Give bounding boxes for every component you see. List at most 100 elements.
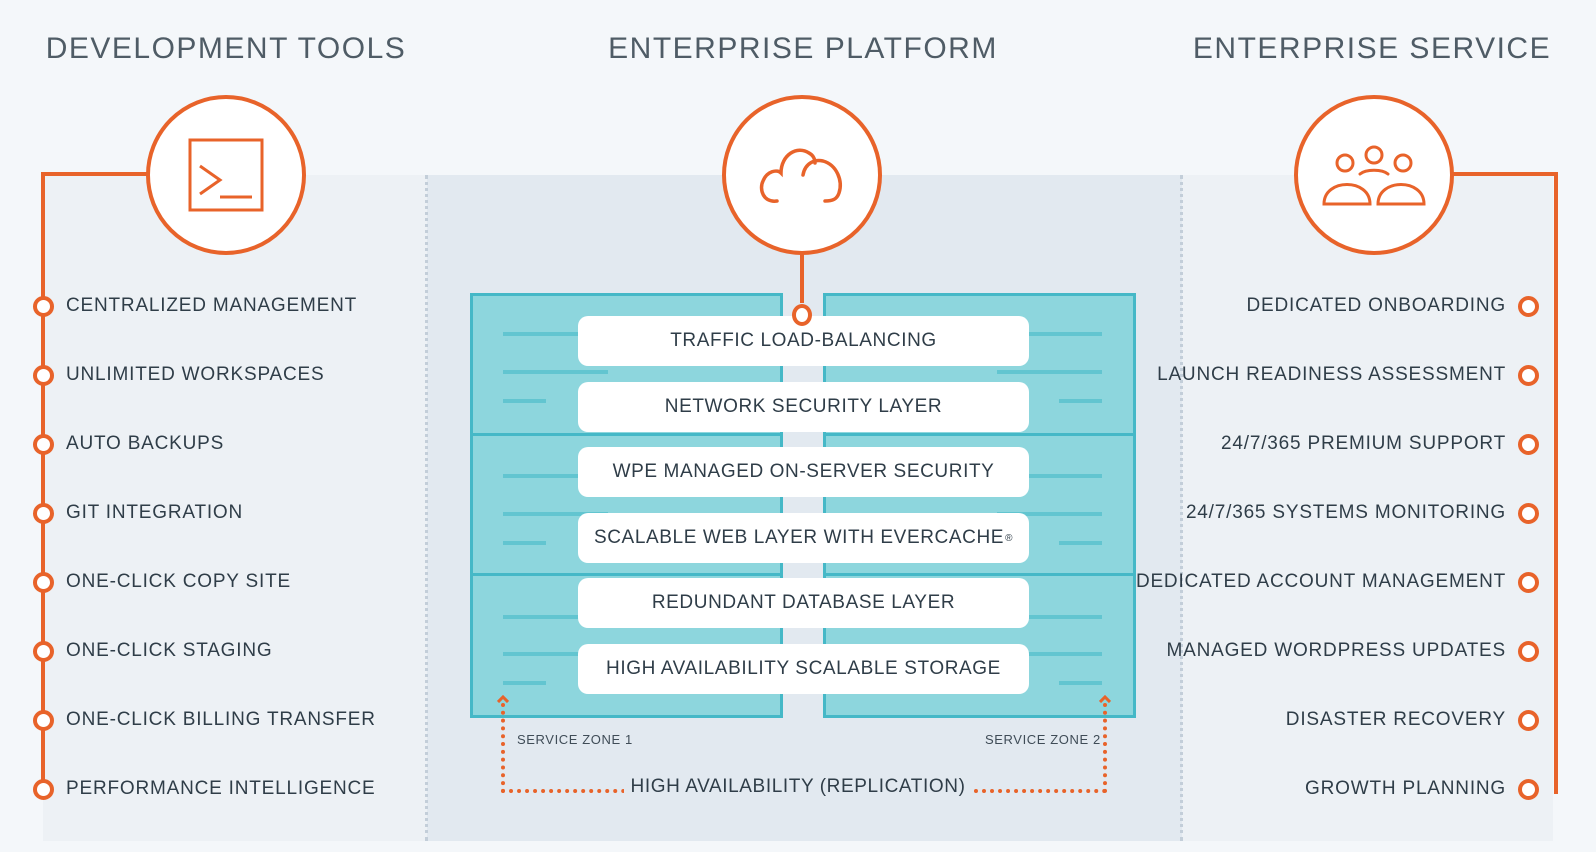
registered-mark: ® — [1005, 532, 1014, 544]
bullet-dot-icon — [33, 433, 54, 455]
bullet-dot-icon — [33, 364, 54, 386]
server-line — [1059, 399, 1102, 403]
feature-label: PERFORMANCE INTELLIGENCE — [66, 778, 376, 799]
server-line — [503, 615, 583, 619]
bullet-dot-icon — [1518, 709, 1539, 731]
layer-label: REDUNDANT DATABASE LAYER — [651, 592, 956, 613]
server-line — [503, 474, 583, 478]
bullet-dot-icon — [33, 709, 54, 731]
feature-label: UNLIMITED WORKSPACES — [66, 364, 325, 385]
server-line — [503, 332, 583, 336]
layer-on-server-security: WPE MANAGED ON-SERVER SECURITY — [578, 447, 1029, 497]
arrow-up-icon — [497, 695, 509, 703]
column-divider-left — [425, 175, 428, 841]
layer-label: HIGH AVAILABILITY SCALABLE STORAGE — [606, 658, 1001, 679]
platform-connector — [800, 253, 804, 303]
feature-label: ONE-CLICK COPY SITE — [66, 571, 291, 592]
feature-item: GROWTH PLANNING — [1305, 774, 1539, 804]
server-line — [1022, 652, 1102, 656]
bullet-dot-icon — [1518, 364, 1539, 386]
enterprise-platform-icon-circle — [722, 95, 882, 255]
server-line — [1022, 332, 1102, 336]
server-line — [1059, 681, 1102, 685]
feature-label: 24/7/365 SYSTEMS MONITORING — [1185, 502, 1506, 523]
bullet-dot-icon — [1518, 433, 1539, 455]
feature-label: DEDICATED ONBOARDING — [1246, 295, 1506, 316]
feature-item: UNLIMITED WORKSPACES — [33, 360, 324, 390]
feature-label: ONE-CLICK BILLING TRANSFER — [66, 709, 376, 730]
feature-item: DEDICATED ACCOUNT MANAGEMENT — [1136, 567, 1539, 597]
feature-label: LAUNCH READINESS ASSESSMENT — [1157, 364, 1506, 385]
layer-scalable-web: SCALABLE WEB LAYER WITH EVERCACHE ® — [578, 513, 1029, 563]
feature-item: CENTRALIZED MANAGEMENT — [33, 291, 357, 321]
dev-connector-vertical — [41, 172, 45, 794]
layer-label: WPE MANAGED ON-SERVER SECURITY — [612, 461, 995, 482]
feature-item: PERFORMANCE INTELLIGENCE — [33, 774, 376, 804]
bullet-dot-icon — [1518, 571, 1539, 593]
feature-item: MANAGED WORDPRESS UPDATES — [1166, 636, 1539, 666]
layer-label: NETWORK SECURITY LAYER — [664, 396, 943, 417]
feature-item: DISASTER RECOVERY — [1286, 705, 1539, 735]
replication-line-right — [1103, 703, 1107, 793]
svc-connector-vertical — [1554, 172, 1558, 794]
service-zone-2-label: SERVICE ZONE 2 — [985, 732, 1101, 747]
feature-item: 24/7/365 PREMIUM SUPPORT — [1221, 429, 1539, 459]
feature-label: DISASTER RECOVERY — [1285, 709, 1506, 730]
feature-item: 24/7/365 SYSTEMS MONITORING — [1186, 498, 1539, 528]
replication-label: HIGH AVAILABILITY (REPLICATION) — [624, 776, 972, 798]
feature-label: GIT INTEGRATION — [66, 502, 244, 523]
dev-connector-horizontal — [41, 172, 148, 176]
bullet-dot-icon — [1518, 295, 1539, 317]
feature-label: DEDICATED ACCOUNT MANAGEMENT — [1135, 571, 1506, 592]
layer-ha-storage: HIGH AVAILABILITY SCALABLE STORAGE — [578, 644, 1029, 694]
feature-item: ONE-CLICK BILLING TRANSFER — [33, 705, 376, 735]
server-line — [1022, 615, 1102, 619]
server-line — [503, 370, 608, 374]
feature-item: AUTO BACKUPS — [33, 429, 224, 459]
bullet-dot-icon — [33, 640, 54, 662]
feature-item: DEDICATED ONBOARDING — [1246, 291, 1539, 321]
bullet-dot-icon — [33, 571, 54, 593]
feature-label: GROWTH PLANNING — [1305, 778, 1506, 799]
users-group-icon — [1322, 145, 1426, 206]
feature-label: MANAGED WORDPRESS UPDATES — [1166, 640, 1506, 661]
arrow-up-icon — [1099, 695, 1111, 703]
feature-label: 24/7/365 PREMIUM SUPPORT — [1221, 433, 1506, 454]
bullet-dot-icon — [33, 778, 54, 800]
service-zone-1-label: SERVICE ZONE 1 — [517, 732, 633, 747]
layer-network-security: NETWORK SECURITY LAYER — [578, 382, 1029, 432]
development-tools-title: DEVELOPMENT TOOLS — [45, 32, 407, 65]
platform-connector-dot-icon — [792, 304, 812, 326]
enterprise-service-title: ENTERPRISE SERVICE — [1192, 32, 1552, 65]
cloud-icon — [759, 148, 842, 203]
feature-item: ONE-CLICK COPY SITE — [33, 567, 291, 597]
terminal-icon — [188, 138, 264, 212]
replication-line-left — [501, 703, 505, 793]
server-line — [503, 652, 583, 656]
enterprise-platform-title: ENTERPRISE PLATFORM — [608, 32, 998, 65]
layer-label: TRAFFIC LOAD-BALANCING — [670, 330, 937, 351]
server-line — [1022, 474, 1102, 478]
svc-connector-horizontal — [1452, 172, 1558, 176]
bullet-dot-icon — [1518, 502, 1539, 524]
bullet-dot-icon — [1518, 640, 1539, 662]
layer-label: SCALABLE WEB LAYER WITH EVERCACHE — [593, 527, 1005, 548]
column-divider-right — [1180, 175, 1183, 841]
feature-label: CENTRALIZED MANAGEMENT — [66, 295, 358, 316]
feature-item: LAUNCH READINESS ASSESSMENT — [1157, 360, 1539, 390]
layer-redundant-database: REDUNDANT DATABASE LAYER — [578, 578, 1029, 628]
server-line — [503, 399, 546, 403]
feature-label: ONE-CLICK STAGING — [66, 640, 273, 661]
server-line — [997, 370, 1102, 374]
feature-item: ONE-CLICK STAGING — [33, 636, 272, 666]
feature-item: GIT INTEGRATION — [33, 498, 243, 528]
enterprise-service-icon-circle — [1294, 95, 1454, 255]
bullet-dot-icon — [33, 502, 54, 524]
feature-label: AUTO BACKUPS — [66, 433, 225, 454]
bullet-dot-icon — [33, 295, 54, 317]
server-line — [503, 681, 546, 685]
development-tools-icon-circle — [146, 95, 306, 255]
server-line — [1059, 541, 1102, 545]
server-line — [503, 541, 546, 545]
bullet-dot-icon — [1518, 778, 1539, 800]
